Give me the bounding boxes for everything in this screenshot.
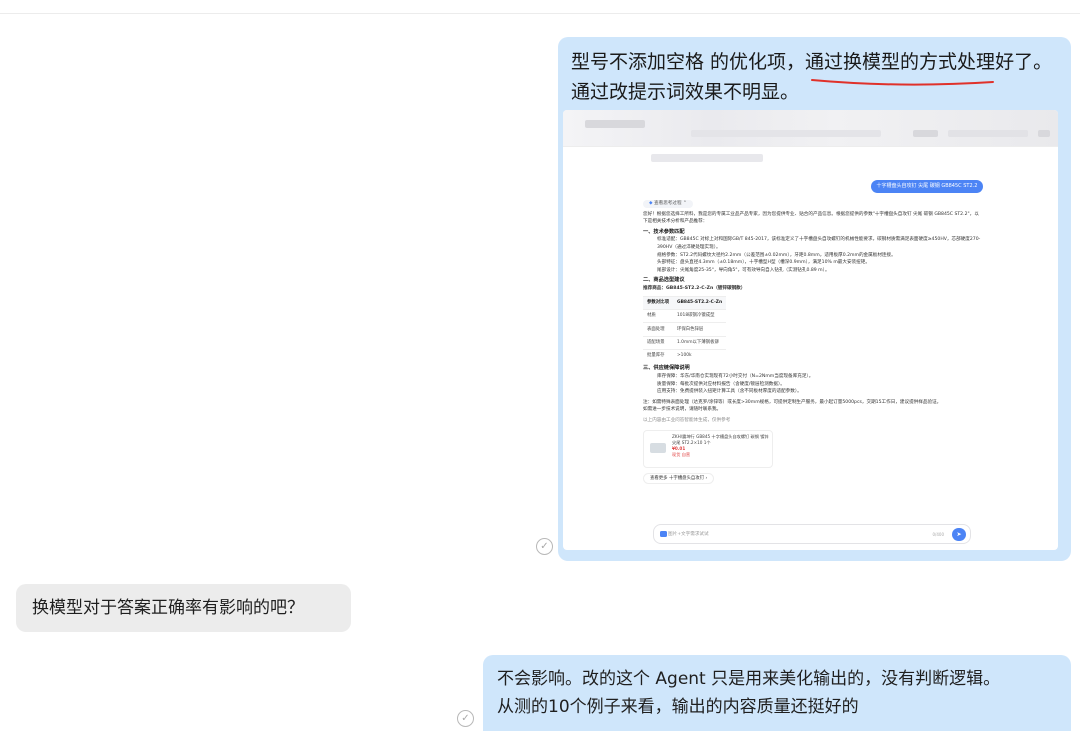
message-text: 不会影响。改的这个 Agent 只是用来美化输出的，没有判断逻辑。 从测的10个…: [497, 669, 1001, 717]
view-more-button[interactable]: 查看更多 十字槽盘头自攻钉 ›: [643, 472, 715, 485]
blurred-block: [948, 130, 1028, 137]
screenshot-divider: [563, 146, 1058, 147]
user-question-pill: 十字槽盘头自攻钉 尖尾 碳钢 GB845C ST2.2: [871, 180, 983, 193]
red-underline-annotation: [811, 79, 994, 86]
send-icon[interactable]: ➤: [952, 528, 966, 541]
spec-table: 参数对比项 GB845-ST2.2-C-Zn 材质 1018碳钢冷镦成型 表面处理环…: [643, 295, 727, 363]
chat-input[interactable]: 图片+文字需求试试 0/400 ➤: [653, 524, 971, 544]
blurred-block: [585, 120, 645, 128]
blurred-block: [1038, 130, 1050, 137]
blurred-header: [563, 110, 1058, 146]
read-receipt-icon: ✓: [457, 710, 474, 727]
product-image: [650, 442, 666, 453]
table-row: 适配场景 1.0mm以下薄钢板铆: [643, 335, 727, 350]
top-divider: [0, 13, 1080, 14]
table-row: 参数对比项 GB845-ST2.2-C-Zn: [643, 295, 727, 310]
thinking-toggle[interactable]: ◆ 查看思考过程 ⌃: [643, 200, 693, 208]
message-text: 换模型对于答案正确率有影响的吧？: [32, 598, 304, 618]
read-receipt-icon: ✓: [536, 538, 553, 555]
embedded-screenshot[interactable]: 十字槽盘头自攻钉 尖尾 碳钢 GB845C ST2.2 ◆ 查看思考过程 ⌃ 您…: [563, 110, 1058, 550]
blurred-block: [691, 130, 881, 137]
blurred-block: [913, 130, 938, 137]
table-row: 批量库存 >100k: [643, 349, 727, 363]
product-card[interactable]: ZKH/震坤行 GB845 十字槽盘头自攻螺钉 碳钢 镀锌 尖尾 ST2.2×1…: [643, 429, 773, 468]
answer-content: ◆ 查看思考过程 ⌃ 您好！根据您选择工所料，我是您的专属工业品产品专家，因为您…: [643, 200, 983, 485]
table-row: 材质 1018碳钢冷镦成型: [643, 308, 727, 323]
highlighted-phrase: 通过换模型的方式处理: [805, 51, 996, 73]
camera-icon[interactable]: [660, 531, 667, 537]
table-row: 表面处理 环保白色锌层: [643, 322, 727, 337]
blurred-title: [651, 154, 763, 162]
